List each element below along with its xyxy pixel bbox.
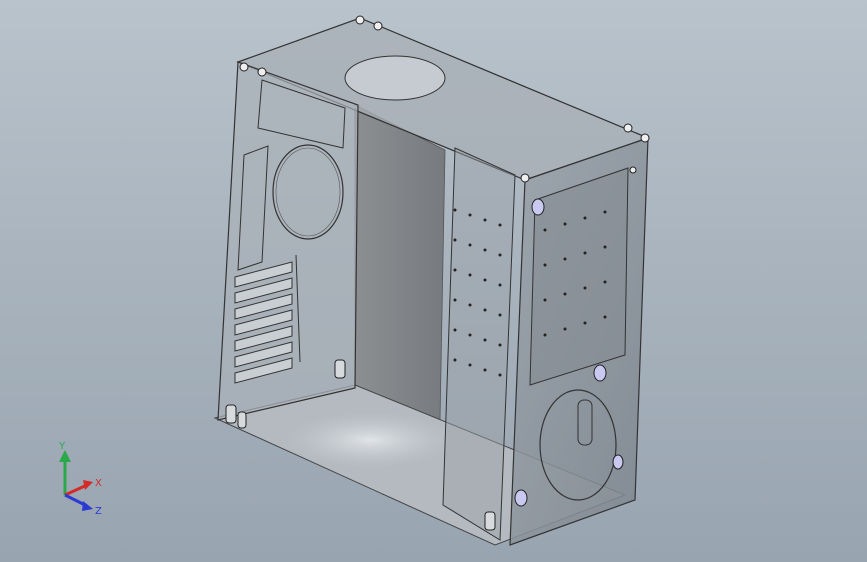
z-axis-label: Z [95,506,102,517]
back-interior-panel [354,104,446,421]
floor-reflection [285,412,455,468]
x-axis-line [64,483,88,497]
x-axis-arrow [83,480,93,490]
coordinate-triad: Y X Z [58,441,102,517]
top-fan-hole [344,55,446,101]
pc-case-model[interactable] [0,0,867,562]
cad-viewport[interactable]: Y X Z [0,0,867,562]
y-axis-label: Y [58,441,66,452]
drive-cage [529,167,629,386]
z-axis-arrow [82,501,93,511]
x-axis-label: X [95,478,102,489]
